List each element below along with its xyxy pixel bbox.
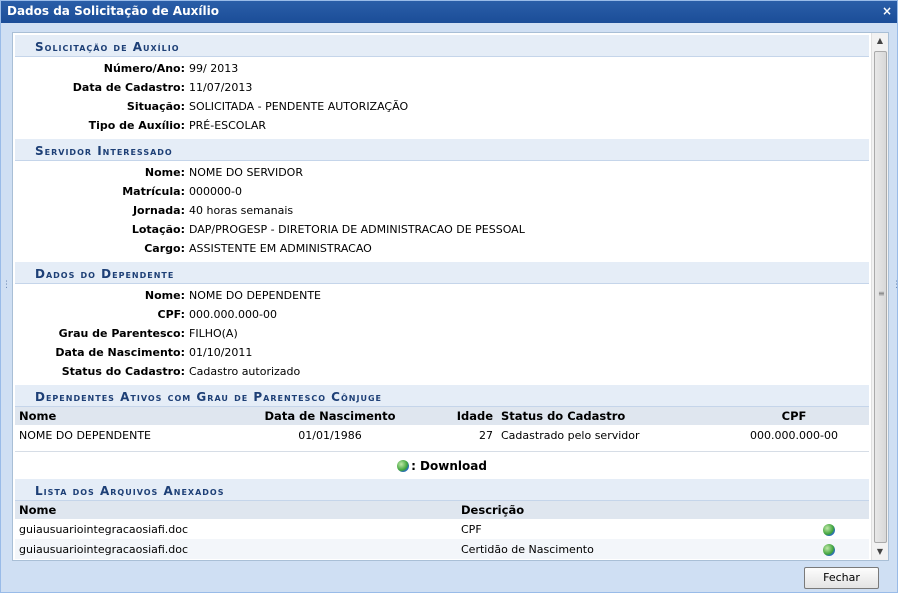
section-title-arquivos: Lista dos Arquivos Anexados bbox=[15, 479, 869, 501]
table-cell: NOME DO DEPENDENTE bbox=[19, 428, 151, 442]
fields-servidor: Nome: NOME DO SERVIDOR Matrícula: 000000-0… bbox=[15, 161, 869, 262]
table-cell: guiausuariointegracaosiafi.doc bbox=[19, 542, 189, 556]
table-cell: 27 bbox=[479, 428, 493, 442]
field-label: Lotação: bbox=[131, 223, 185, 236]
field-label: Tipo de Auxílio: bbox=[88, 119, 185, 132]
field-value: 99/ 2013 bbox=[189, 62, 239, 75]
section-title-conjuge: Dependentes Ativos com Grau de Parentesc… bbox=[15, 385, 869, 407]
scroll-thumb[interactable]: ≡ bbox=[874, 51, 887, 543]
field-label: CPF: bbox=[157, 308, 185, 321]
right-resize-grip-icon[interactable]: ⋮ bbox=[892, 281, 898, 297]
field-label: Jornada: bbox=[132, 204, 185, 217]
fields-solicitacao: Número/Ano: 99/ 2013 Data de Cadastro: 11/… bbox=[15, 57, 869, 139]
column-header: Nome bbox=[15, 501, 457, 519]
field-label: Data de Cadastro: bbox=[72, 81, 185, 94]
table-cell: 01/01/1986 bbox=[298, 428, 362, 442]
field-row: Tipo de Auxílio: PRÉ-ESCOLAR bbox=[15, 116, 869, 135]
table-row: guiausuariointegracaosiafi.doc CPF bbox=[15, 519, 869, 539]
field-label: Número/Ano: bbox=[103, 62, 185, 75]
field-row: Nome: NOME DO DEPENDENTE bbox=[15, 286, 869, 305]
field-value: 000000-0 bbox=[189, 185, 242, 198]
field-value: 11/07/2013 bbox=[189, 81, 253, 94]
field-value: 01/10/2011 bbox=[189, 346, 253, 359]
section-title-servidor: Servidor Interessado bbox=[15, 139, 869, 161]
field-row: Situação: SOLICITADA - PENDENTE AUTORIZAÇ… bbox=[15, 97, 869, 116]
field-label: Situação: bbox=[126, 100, 185, 113]
field-value: NOME DO SERVIDOR bbox=[189, 166, 303, 179]
download-legend: : Download bbox=[15, 451, 869, 479]
field-value: 40 horas semanais bbox=[189, 204, 294, 217]
column-header-blank bbox=[819, 501, 869, 519]
field-label: Nome: bbox=[144, 166, 185, 179]
field-row: Jornada: 40 horas semanais bbox=[15, 201, 869, 220]
field-value: DAP/PROGESP - DIRETORIA DE ADMINISTRACAO… bbox=[189, 223, 525, 236]
field-label: Grau de Parentesco: bbox=[58, 327, 185, 340]
column-header: Idade bbox=[415, 407, 497, 425]
field-label: Matrícula: bbox=[122, 185, 185, 198]
field-row: Lotação: DAP/PROGESP - DIRETORIA DE ADMIN… bbox=[15, 220, 869, 239]
table-cell: Cadastrado pelo servidor bbox=[501, 428, 640, 442]
column-header: Status do Cadastro bbox=[497, 407, 719, 425]
field-row: Número/Ano: 99/ 2013 bbox=[15, 59, 869, 78]
field-row: Matrícula: 000000-0 bbox=[15, 182, 869, 201]
field-label: Nome: bbox=[144, 289, 185, 302]
download-icon[interactable] bbox=[823, 543, 835, 556]
table-header-row: Nome Descrição bbox=[15, 501, 869, 519]
table-cell: CPF bbox=[461, 522, 482, 536]
dialog-window: Dados da Solicitação de Auxílio × ⋮ ⋮ So… bbox=[0, 0, 898, 593]
download-cell bbox=[819, 539, 869, 559]
field-label: Cargo: bbox=[144, 242, 185, 255]
table-header-row: Nome Data de Nascimento Idade Status do … bbox=[15, 407, 869, 425]
column-header: Descrição bbox=[457, 501, 819, 519]
content: Solicitação de Auxílio Número/Ano: 99/ 20… bbox=[15, 35, 869, 559]
table-row: guiausuariointegracaosiafi.doc Certidão … bbox=[15, 539, 869, 559]
field-value: ASSISTENTE EM ADMINISTRACAO bbox=[189, 242, 372, 255]
vertical-scrollbar[interactable]: ▲ ≡ ▼ bbox=[871, 33, 888, 560]
arquivos-table: Nome Descrição guiausuariointegracaosiaf… bbox=[15, 501, 869, 559]
field-value: FILHO(A) bbox=[189, 327, 238, 340]
field-row: Nome: NOME DO SERVIDOR bbox=[15, 163, 869, 182]
field-label: Status do Cadastro: bbox=[61, 365, 185, 378]
section-title-solicitacao: Solicitação de Auxílio bbox=[15, 35, 869, 57]
field-value: SOLICITADA - PENDENTE AUTORIZAÇÃO bbox=[189, 100, 409, 113]
close-icon[interactable]: × bbox=[882, 4, 892, 18]
column-header: Nome bbox=[15, 407, 245, 425]
field-row: Cargo: ASSISTENTE EM ADMINISTRACAO bbox=[15, 239, 869, 258]
column-header: CPF bbox=[719, 407, 869, 425]
scroll-down-icon[interactable]: ▼ bbox=[872, 544, 888, 560]
field-value: NOME DO DEPENDENTE bbox=[189, 289, 321, 302]
field-value: Cadastro autorizado bbox=[189, 365, 301, 378]
download-cell bbox=[819, 519, 869, 539]
left-resize-grip-icon[interactable]: ⋮ bbox=[2, 281, 11, 297]
table-cell: 000.000.000-00 bbox=[750, 428, 838, 442]
field-label: Data de Nascimento: bbox=[55, 346, 185, 359]
field-row: Data de Nascimento: 01/10/2011 bbox=[15, 343, 869, 362]
scroll-up-icon[interactable]: ▲ bbox=[872, 33, 888, 49]
scroll-grip-icon: ≡ bbox=[878, 289, 885, 298]
conjuge-table: Nome Data de Nascimento Idade Status do … bbox=[15, 407, 869, 445]
field-row: Status do Cadastro: Cadastro autorizado bbox=[15, 362, 869, 381]
field-value: PRÉ-ESCOLAR bbox=[189, 119, 267, 132]
table-cell: guiausuariointegracaosiafi.doc bbox=[19, 522, 189, 536]
title-bar[interactable]: Dados da Solicitação de Auxílio × bbox=[1, 1, 897, 23]
download-icon[interactable] bbox=[823, 523, 835, 536]
window-title: Dados da Solicitação de Auxílio bbox=[7, 4, 219, 18]
download-legend-text: : Download bbox=[411, 458, 487, 473]
fechar-button[interactable]: Fechar bbox=[804, 567, 879, 589]
field-value: 000.000.000-00 bbox=[189, 308, 277, 321]
field-row: Data de Cadastro: 11/07/2013 bbox=[15, 78, 869, 97]
section-title-dependente: Dados do Dependente bbox=[15, 262, 869, 284]
field-row: CPF: 000.000.000-00 bbox=[15, 305, 869, 324]
globe-download-icon bbox=[397, 459, 410, 472]
table-row: NOME DO DEPENDENTE 01/01/1986 27 Cadastr… bbox=[15, 425, 869, 445]
column-header: Data de Nascimento bbox=[245, 407, 415, 425]
scroll-panel[interactable]: Solicitação de Auxílio Número/Ano: 99/ 20… bbox=[12, 32, 889, 561]
table-cell: Certidão de Nascimento bbox=[461, 542, 594, 556]
fields-dependente: Nome: NOME DO DEPENDENTE CPF: 000.000.000-… bbox=[15, 284, 869, 385]
field-row: Grau de Parentesco: FILHO(A) bbox=[15, 324, 869, 343]
